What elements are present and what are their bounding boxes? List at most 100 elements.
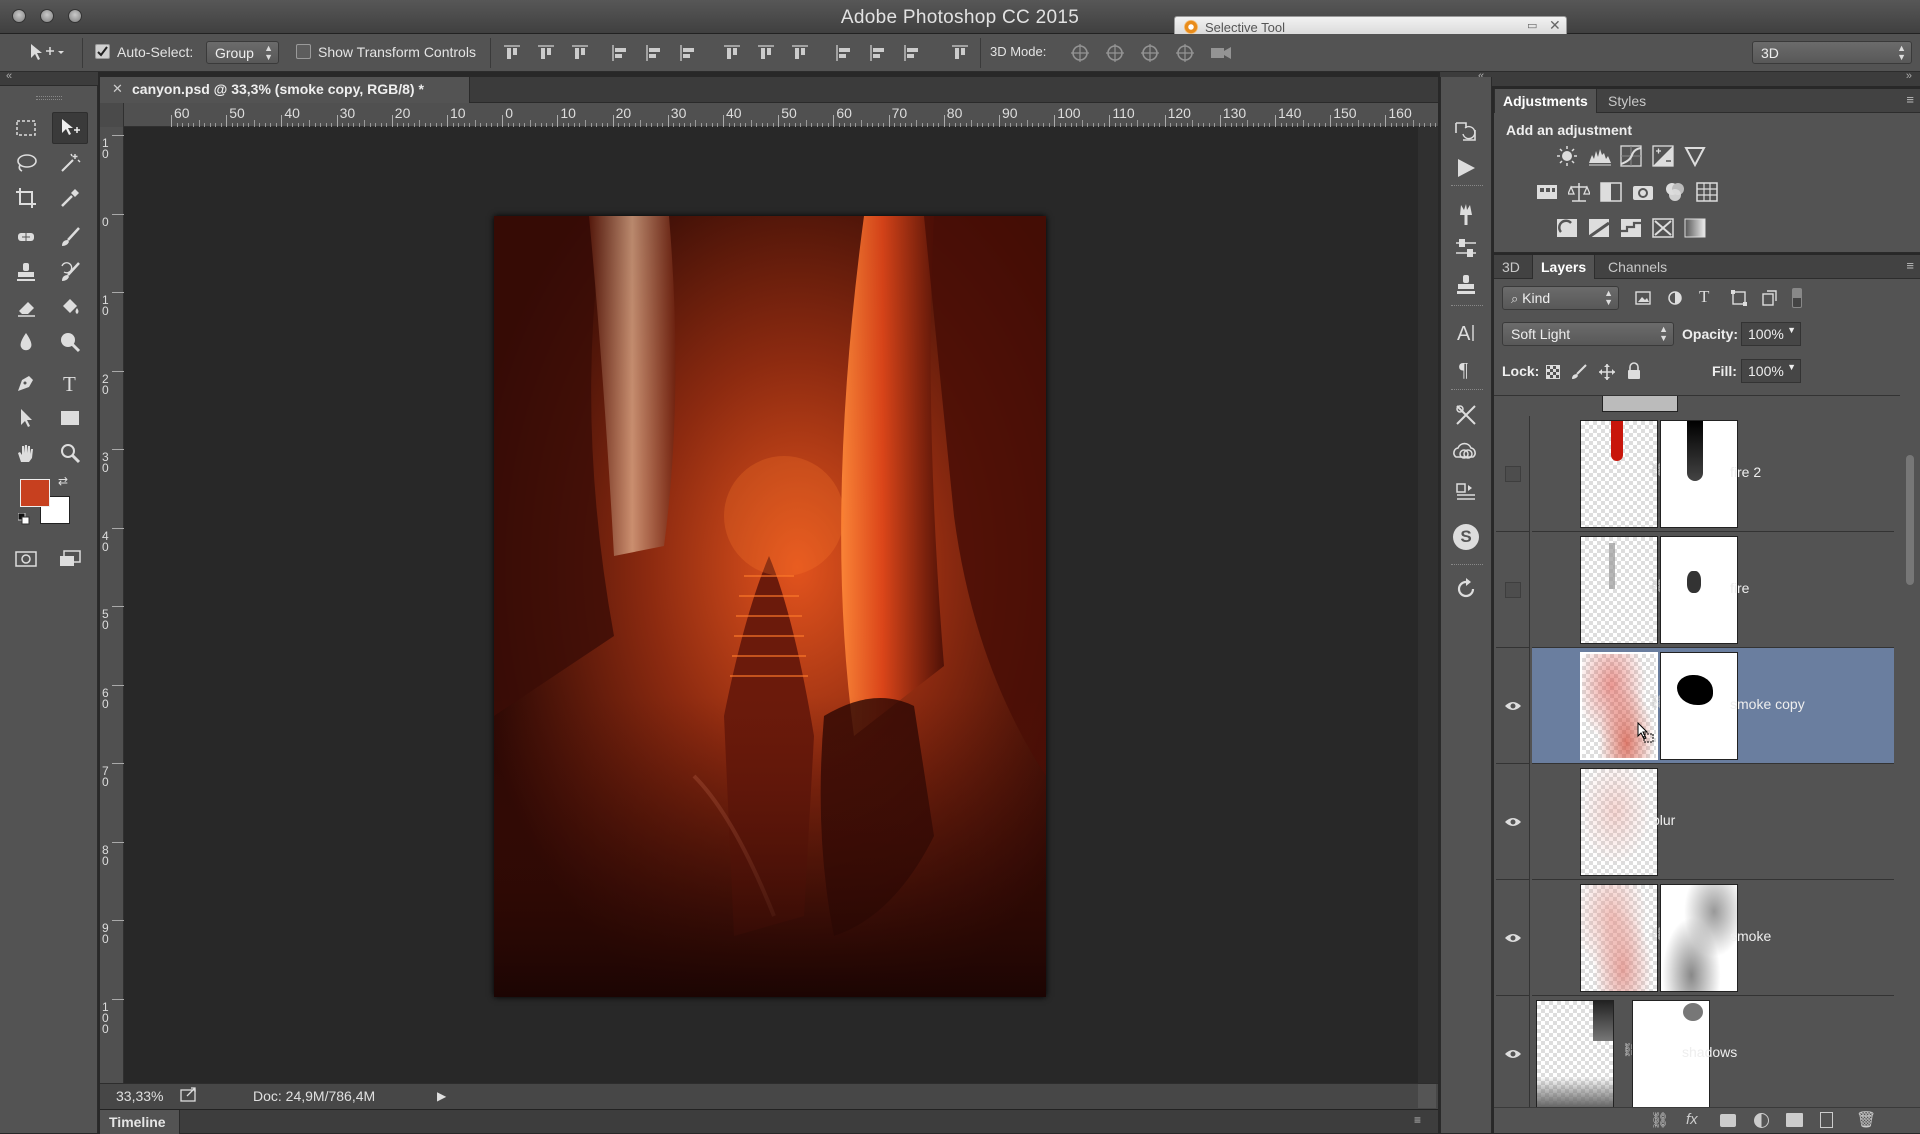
hscroll-end[interactable] xyxy=(1418,1084,1436,1108)
distribute-bottom-icon[interactable] xyxy=(790,43,810,63)
tool-presets-icon[interactable] xyxy=(1454,403,1478,427)
move-tool-icon[interactable] xyxy=(52,112,88,144)
panel-menu-icon[interactable]: ≡ xyxy=(1906,92,1914,107)
vibrance-icon[interactable] xyxy=(1684,145,1706,167)
chevron-down-icon[interactable]: ▼ xyxy=(1787,362,1796,372)
filter-type-icon[interactable]: T xyxy=(1699,287,1709,307)
3d-roll-icon[interactable] xyxy=(1105,43,1125,63)
layer-thumbnail[interactable] xyxy=(1580,536,1658,644)
panel-menu-icon[interactable]: ≡ xyxy=(1906,258,1914,273)
3d-slide-icon[interactable] xyxy=(1175,43,1195,63)
filter-adjustment-icon[interactable] xyxy=(1666,289,1684,307)
3d-scene-icon[interactable] xyxy=(1454,481,1478,505)
type-tool-icon[interactable]: T xyxy=(52,367,88,399)
channel-mixer-icon[interactable] xyxy=(1664,181,1686,203)
zoom-level[interactable]: 33,33% xyxy=(116,1088,163,1104)
color-balance-icon[interactable] xyxy=(1568,181,1590,203)
paragraph-panel-icon[interactable]: ¶ xyxy=(1457,357,1477,381)
dodge-tool-icon[interactable] xyxy=(52,326,88,358)
layer-mask-thumbnail[interactable] xyxy=(1660,536,1738,644)
new-adjustment-layer-icon[interactable] xyxy=(1754,1113,1769,1128)
healing-brush-tool-icon[interactable] xyxy=(8,221,44,253)
lock-position-icon[interactable] xyxy=(1598,363,1616,381)
mask-link-icon[interactable]: ⛓ xyxy=(1649,462,1666,478)
filter-toggle-switch[interactable] xyxy=(1792,288,1802,308)
tab-3d[interactable]: 3D xyxy=(1494,255,1528,279)
add-mask-icon[interactable] xyxy=(1720,1114,1736,1127)
distribute-left-icon[interactable] xyxy=(834,43,854,63)
vertical-ruler[interactable]: 100102030405060708090100 xyxy=(100,127,124,1083)
layer-visibility-toggle[interactable] xyxy=(1496,532,1530,648)
new-layer-icon[interactable] xyxy=(1820,1112,1833,1128)
align-vertical-center-icon[interactable] xyxy=(536,43,556,63)
brightness-contrast-icon[interactable] xyxy=(1556,145,1578,167)
new-group-icon[interactable] xyxy=(1786,1113,1803,1127)
paint-bucket-tool-icon[interactable] xyxy=(52,291,88,323)
clone-source-icon[interactable] xyxy=(1454,273,1478,297)
plugin-s-icon[interactable]: S xyxy=(1453,524,1479,550)
expand-panels-icon[interactable]: » xyxy=(1906,70,1912,82)
auto-select-checkbox[interactable] xyxy=(95,44,110,59)
layer-mask-thumbnail[interactable] xyxy=(1660,420,1738,528)
lock-all-icon[interactable] xyxy=(1626,362,1642,380)
distribute-vertical-center-icon[interactable] xyxy=(756,43,776,63)
layer-row[interactable]: ⛓ fire xyxy=(1532,532,1894,648)
hand-tool-icon[interactable] xyxy=(8,437,44,469)
layer-name[interactable]: smoke xyxy=(1730,928,1771,944)
align-right-icon[interactable] xyxy=(678,43,698,63)
foreground-color-swatch[interactable] xyxy=(20,479,50,507)
layer-list[interactable]: ⛓ fire 2 ⛓ fire ⛓ smoke copy blur ⛓ smoke ⛓ shadow… xyxy=(1494,395,1900,1115)
canvas-area[interactable] xyxy=(124,127,1418,1083)
swap-colors-icon[interactable]: ⇄ xyxy=(58,474,68,488)
clone-stamp-tool-icon[interactable] xyxy=(8,256,44,288)
layer-name[interactable]: smoke copy xyxy=(1730,696,1805,712)
default-colors-icon[interactable] xyxy=(18,513,30,525)
timeline-tab[interactable]: Timeline xyxy=(100,1110,180,1134)
layer-visibility-toggle[interactable] xyxy=(1496,996,1530,1112)
distribute-horizontal-center-icon[interactable] xyxy=(868,43,888,63)
layer-name[interactable]: fire 2 xyxy=(1730,464,1761,480)
levels-icon[interactable] xyxy=(1588,145,1611,167)
show-transform-controls-checkbox[interactable] xyxy=(296,44,311,59)
exposure-icon[interactable] xyxy=(1652,145,1674,167)
toolbar-grip[interactable] xyxy=(36,96,62,100)
quick-mask-icon[interactable] xyxy=(8,543,44,575)
layer-row[interactable]: ⛓ fire 2 xyxy=(1532,416,1894,532)
layer-visibility-toggle[interactable] xyxy=(1496,764,1530,880)
close-document-icon[interactable]: ✕ xyxy=(112,81,123,97)
history-brush-tool-icon[interactable] xyxy=(52,256,88,288)
layer-visibility-toggle[interactable] xyxy=(1496,880,1530,996)
align-horizontal-center-icon[interactable] xyxy=(644,43,664,63)
invert-icon[interactable] xyxy=(1556,217,1578,239)
brush-tool-icon[interactable] xyxy=(52,221,88,253)
3d-orbit-icon[interactable] xyxy=(1070,43,1090,63)
layer-visibility-toggle[interactable] xyxy=(1496,416,1530,532)
path-selection-tool-icon[interactable] xyxy=(8,402,44,434)
layers-scrollbar-thumb[interactable] xyxy=(1906,455,1914,585)
horizontal-ruler[interactable]: 60 50 40 30 20 10 0 10 20 30 40 50 60 70 80 90 100 110 120… xyxy=(100,103,1438,127)
filter-pixel-icon[interactable] xyxy=(1634,289,1652,307)
3d-scale-icon[interactable] xyxy=(1210,43,1231,63)
status-menu-arrow-icon[interactable]: ▶ xyxy=(437,1089,446,1103)
crop-tool-icon[interactable] xyxy=(8,182,44,214)
layer-name[interactable]: blur xyxy=(1652,812,1675,828)
layer-thumbnail[interactable] xyxy=(1580,420,1658,528)
marquee-tool-icon[interactable] xyxy=(8,112,44,144)
layer-name[interactable]: shadows xyxy=(1682,1044,1737,1060)
canvas-vertical-scrollbar[interactable] xyxy=(1418,127,1438,1083)
layer-visibility-toggle[interactable] xyxy=(1496,648,1530,764)
workspace-dropdown[interactable]: 3D ▲ ▼ xyxy=(1752,41,1912,64)
layer-mask-thumbnail[interactable] xyxy=(1660,652,1738,760)
filter-smart-object-icon[interactable] xyxy=(1760,289,1778,307)
character-panel-icon[interactable]: A xyxy=(1455,321,1479,345)
ruler-origin[interactable] xyxy=(100,103,124,127)
mask-link-icon[interactable]: ⛓ xyxy=(1649,926,1666,942)
3d-pan-icon[interactable] xyxy=(1140,43,1160,63)
brush-presets-icon[interactable] xyxy=(1454,203,1478,227)
align-left-icon[interactable] xyxy=(610,43,630,63)
layer-row[interactable]: ⛓ smoke xyxy=(1532,880,1894,996)
move-tool-preset-icon[interactable] xyxy=(28,42,64,62)
distribute-top-icon[interactable] xyxy=(722,43,742,63)
rotate-refresh-icon[interactable] xyxy=(1454,577,1478,601)
gradient-map-icon[interactable] xyxy=(1684,217,1706,239)
